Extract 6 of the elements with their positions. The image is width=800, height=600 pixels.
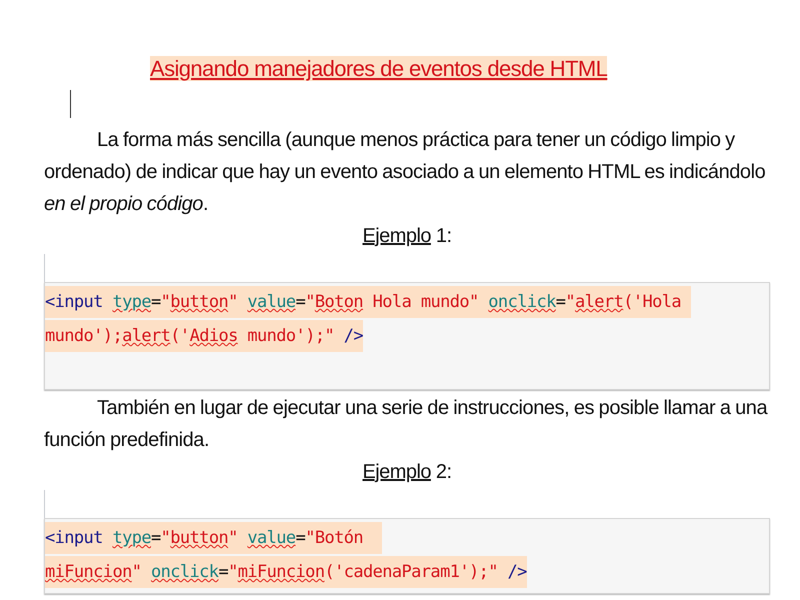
text-cursor	[70, 90, 71, 118]
document-title: Asignando manejadores de eventos desde HTML	[150, 56, 608, 81]
example-caption: Ejemplo 2:	[362, 461, 452, 483]
paragraph: La forma más sencilla (aunque menos práctica para tener un código limpio y ordenado) de indicar que hay un evento asociado a un elemento HTML es indicándolo en el propio código.	[44, 128, 766, 217]
example-caption: Ejemplo 1:	[362, 225, 452, 247]
paragraph: También en lugar de ejecutar una serie de instrucciones, es posible llamar a una función predefinida.	[44, 396, 769, 453]
